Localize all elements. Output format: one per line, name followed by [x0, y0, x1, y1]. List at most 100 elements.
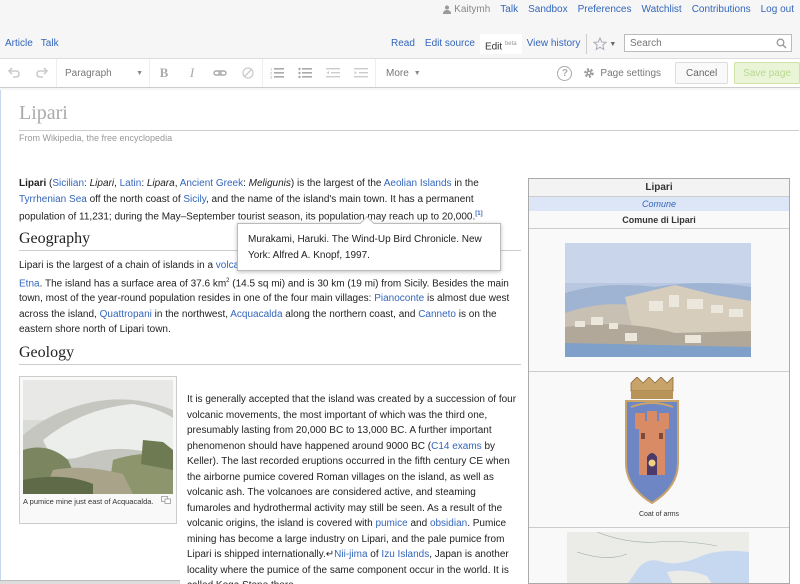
more-actions-icon[interactable]: ▼: [609, 41, 616, 48]
tab-read[interactable]: Read: [386, 34, 420, 54]
infobox-photo-cell: [529, 229, 789, 372]
link-etna[interactable]: Etna: [19, 278, 40, 289]
link-sicilian[interactable]: Sicilian: [52, 178, 84, 189]
tab-edit[interactable]: Edit beta: [479, 34, 522, 54]
reference-marker[interactable]: [1]: [475, 211, 482, 217]
bold-button[interactable]: B: [150, 59, 178, 87]
editing-surface[interactable]: Lipari From Wikipedia, the free encyclop…: [0, 90, 800, 584]
search-icon[interactable]: [776, 38, 787, 49]
link-nii-jima[interactable]: Nii-jima: [334, 549, 367, 560]
link-obsidian[interactable]: obsidian: [430, 518, 467, 529]
caption-text: A pumice mine just east of Acquacalda.: [23, 497, 154, 506]
personal-link-preferences[interactable]: Preferences: [578, 4, 632, 15]
link-sicily[interactable]: Sicily: [183, 194, 206, 205]
save-page-button[interactable]: Save page: [734, 62, 800, 84]
lipari-town-photo[interactable]: [565, 243, 751, 357]
more-insert-menu[interactable]: More ▼: [376, 68, 431, 79]
page-title: Lipari: [19, 102, 68, 124]
outdent-button[interactable]: [319, 59, 347, 87]
image-thumbnail[interactable]: A pumice mine just east of Acquacalda.: [19, 376, 177, 524]
enlarge-icon[interactable]: [161, 496, 171, 504]
bullet-list-icon: [298, 67, 312, 79]
tab-edit-source[interactable]: Edit source: [420, 34, 480, 54]
location-map[interactable]: [567, 532, 749, 584]
coat-of-arms-image[interactable]: [623, 377, 681, 507]
link-icon: [213, 70, 227, 76]
chevron-down-icon: ▼: [413, 69, 421, 77]
help-icon[interactable]: ?: [557, 65, 573, 81]
intro-paragraph[interactable]: Lipari (Sicilian: Lipari, Latin: Lipara,…: [19, 176, 521, 225]
redo-icon: [36, 67, 49, 78]
personal-link-talk[interactable]: Talk: [500, 4, 518, 15]
cancel-button[interactable]: Cancel: [675, 62, 729, 84]
search-box: [624, 34, 792, 52]
link-izu-islands[interactable]: Izu Islands: [381, 549, 429, 560]
text-run: Lipari is the largest of a chain of isla…: [19, 260, 216, 271]
text-run: in the northwest,: [151, 308, 231, 320]
italic-icon: I: [189, 65, 195, 80]
section-heading-geology[interactable]: Geology: [19, 344, 521, 365]
numbered-list-button[interactable]: 123: [263, 59, 291, 87]
thumbnail-caption: A pumice mine just east of Acquacalda.: [23, 496, 173, 507]
svg-text:3: 3: [270, 75, 273, 80]
text-run: Lipari: [89, 178, 115, 189]
link-latin[interactable]: Latin: [120, 178, 142, 189]
link-button[interactable]: [206, 59, 234, 87]
undo-button[interactable]: [0, 59, 28, 87]
numbered-list-icon: 123: [270, 67, 284, 80]
link-quattropani[interactable]: Quattropani: [100, 309, 152, 320]
infobox-coat-cell: Coat of arms: [529, 373, 789, 525]
text-run: Lipara: [146, 178, 175, 189]
clear-format-icon: [242, 67, 254, 79]
cite-button[interactable]: [234, 59, 262, 87]
text-run: in the: [451, 178, 479, 189]
infobox[interactable]: Lipari Comune Comune di Lipari Coat of a…: [528, 178, 790, 584]
indent-button[interactable]: [347, 59, 375, 87]
link-c14-exams[interactable]: C14 exams: [431, 441, 482, 452]
horizontal-scrollbar[interactable]: [0, 580, 180, 584]
text-run: off the north coast of: [86, 193, 184, 205]
infobox-map-cell: [529, 527, 789, 584]
link-acquacalda[interactable]: Acquacalda: [230, 309, 282, 320]
text-run: . The island has a surface area of 37.6 …: [39, 277, 227, 289]
personal-link-contributions[interactable]: Contributions: [692, 4, 751, 15]
personal-link-watchlist[interactable]: Watchlist: [642, 4, 682, 15]
redo-button[interactable]: [28, 59, 56, 87]
link-ancient-greek[interactable]: Ancient Greek: [180, 178, 243, 189]
link-aeolian-islands[interactable]: Aeolian Islands: [384, 178, 452, 189]
italic-button[interactable]: I: [178, 59, 206, 87]
page-settings-button[interactable]: Page settings: [572, 66, 675, 80]
tab-article[interactable]: Article: [5, 38, 33, 49]
bullet-list-button[interactable]: [291, 59, 319, 87]
format-dropdown[interactable]: Paragraph ▼: [57, 59, 149, 87]
link-pianoconte[interactable]: Pianoconte: [374, 293, 424, 304]
pumice-mine-photo[interactable]: [23, 380, 173, 494]
link-canneto[interactable]: Canneto: [418, 309, 456, 320]
personal-toolbar: Kaitymh Talk Sandbox Preferences Watchli…: [443, 0, 800, 18]
user-link[interactable]: Kaitymh: [443, 4, 490, 15]
tab-talk[interactable]: Talk: [41, 38, 59, 49]
geology-paragraph[interactable]: It is generally accepted that the island…: [187, 392, 521, 584]
bold-icon: B: [159, 65, 169, 80]
personal-link-sandbox[interactable]: Sandbox: [528, 4, 567, 15]
infobox-type[interactable]: Comune: [529, 197, 789, 211]
coat-of-arms-label: Coat of arms: [638, 511, 680, 518]
tab-view-history[interactable]: View history: [522, 34, 588, 54]
undo-icon: [7, 67, 20, 78]
username[interactable]: Kaitymh: [454, 4, 490, 15]
beta-badge: beta: [504, 41, 517, 47]
gear-icon: [584, 68, 595, 78]
personal-link-logout[interactable]: Log out: [761, 4, 794, 15]
search-input[interactable]: [625, 37, 776, 49]
text-run: ) is the largest of the: [290, 178, 384, 189]
user-icon: [443, 5, 452, 14]
title-divider: [19, 130, 799, 131]
link-tyrrhenian-sea[interactable]: Tyrrhenian Sea: [19, 194, 87, 205]
namespace-tabs: Article Talk: [5, 38, 59, 49]
text-run: along the northern coast, and: [282, 308, 419, 320]
link-pumice[interactable]: pumice: [375, 518, 407, 529]
text-run: and: [407, 518, 430, 529]
text-run: by Keller). The last recorded eruptions …: [187, 440, 510, 530]
watch-star-icon[interactable]: [593, 37, 608, 51]
editor-toolbar: Paragraph ▼ B I 123 More ▼ ? Page settin…: [0, 58, 800, 88]
